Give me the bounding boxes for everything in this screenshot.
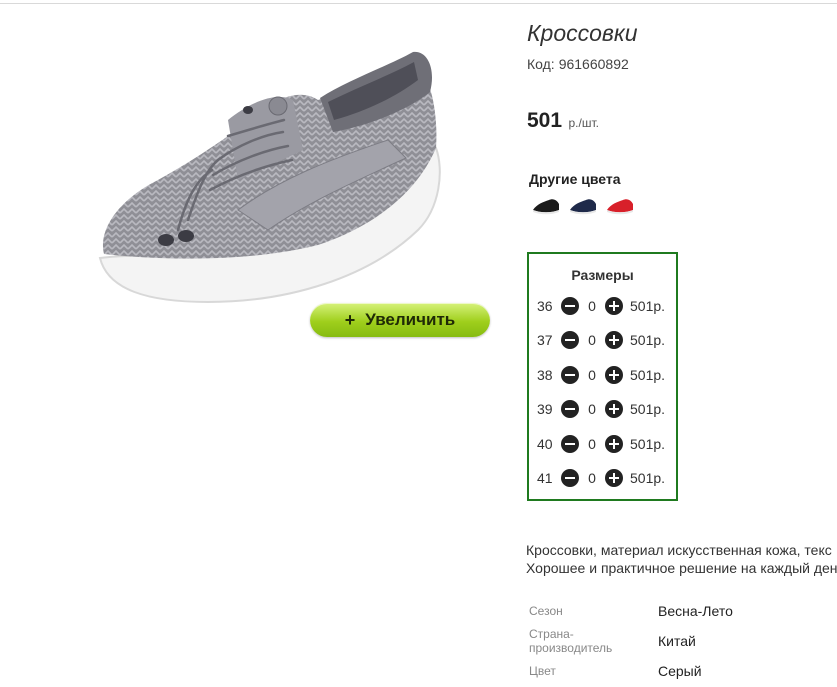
size-row-36: 36 0 501р. [537,295,665,317]
size-number: 39 [537,401,553,417]
size-quantity: 0 [588,401,596,417]
plus-icon[interactable] [605,469,623,487]
size-number: 41 [537,470,553,486]
description-line: Хорошее и практичное решение на каждый д… [526,560,837,576]
size-row-39: 39 0 501р. [537,398,665,420]
sizes-title: Размеры [571,267,634,283]
size-quantity: 0 [588,332,596,348]
minus-icon[interactable] [561,297,579,315]
size-row-38: 38 0 501р. [537,364,665,386]
size-number: 36 [537,298,553,314]
minus-icon[interactable] [561,469,579,487]
product-code-value: 961660892 [558,56,629,72]
plus-icon[interactable] [605,366,623,384]
plus-icon[interactable] [605,297,623,315]
size-price: 501р. [630,332,666,348]
size-number: 40 [537,436,553,452]
size-quantity: 0 [588,470,596,486]
size-row-41: 41 0 501р. [537,467,665,489]
plus-icon[interactable] [605,331,623,349]
product-code: Код: 961660892 [527,56,633,72]
sizes-panel: Размеры 36 0 501р. 37 0 501р. 38 0 501р.… [527,252,678,501]
size-price: 501р. [630,298,666,314]
minus-icon[interactable] [561,366,579,384]
property-label-country: Страна-производитель [529,627,613,655]
plus-icon: + [344,309,356,330]
size-row-37: 37 0 501р. [537,329,665,351]
zoom-button[interactable]: + Увеличить [310,303,490,337]
plus-icon[interactable] [605,435,623,453]
price-unit: р./шт. [568,116,599,130]
black-sneaker-icon[interactable] [531,192,561,218]
product-code-label: Код: [527,56,555,72]
property-label-season: Сезон [529,604,563,618]
zoom-label: Увеличить [365,310,456,329]
minus-icon[interactable] [561,435,579,453]
size-quantity: 0 [588,436,596,452]
size-row-40: 40 0 501р. [537,433,665,455]
property-value-season: Весна-Лето [658,603,733,619]
other-colors-title: Другие цвета [529,171,621,187]
color-swatches [531,192,635,218]
minus-icon[interactable] [561,400,579,418]
size-price: 501р. [630,436,666,452]
size-price: 501р. [630,367,666,383]
product-price: 501 р./шт. [527,109,599,133]
product-image[interactable] [88,40,448,320]
property-value-country: Китай [658,633,696,649]
navy-sneaker-icon[interactable] [568,192,598,218]
price-value: 501 [527,109,563,132]
property-label-color: Цвет [529,664,556,678]
size-quantity: 0 [588,298,596,314]
size-price: 501р. [630,401,666,417]
product-title: Кроссовки [527,20,638,46]
size-price: 501р. [630,470,666,486]
plus-icon[interactable] [605,400,623,418]
product-description: Кроссовки, материал искусственная кожа, … [526,541,837,577]
description-line: Кроссовки, материал искусственная кожа, … [526,542,832,558]
property-value-color: Серый [658,663,702,679]
top-divider [0,3,837,4]
red-sneaker-icon[interactable] [605,192,635,218]
size-number: 37 [537,332,553,348]
size-number: 38 [537,367,553,383]
minus-icon[interactable] [561,331,579,349]
size-quantity: 0 [588,367,596,383]
